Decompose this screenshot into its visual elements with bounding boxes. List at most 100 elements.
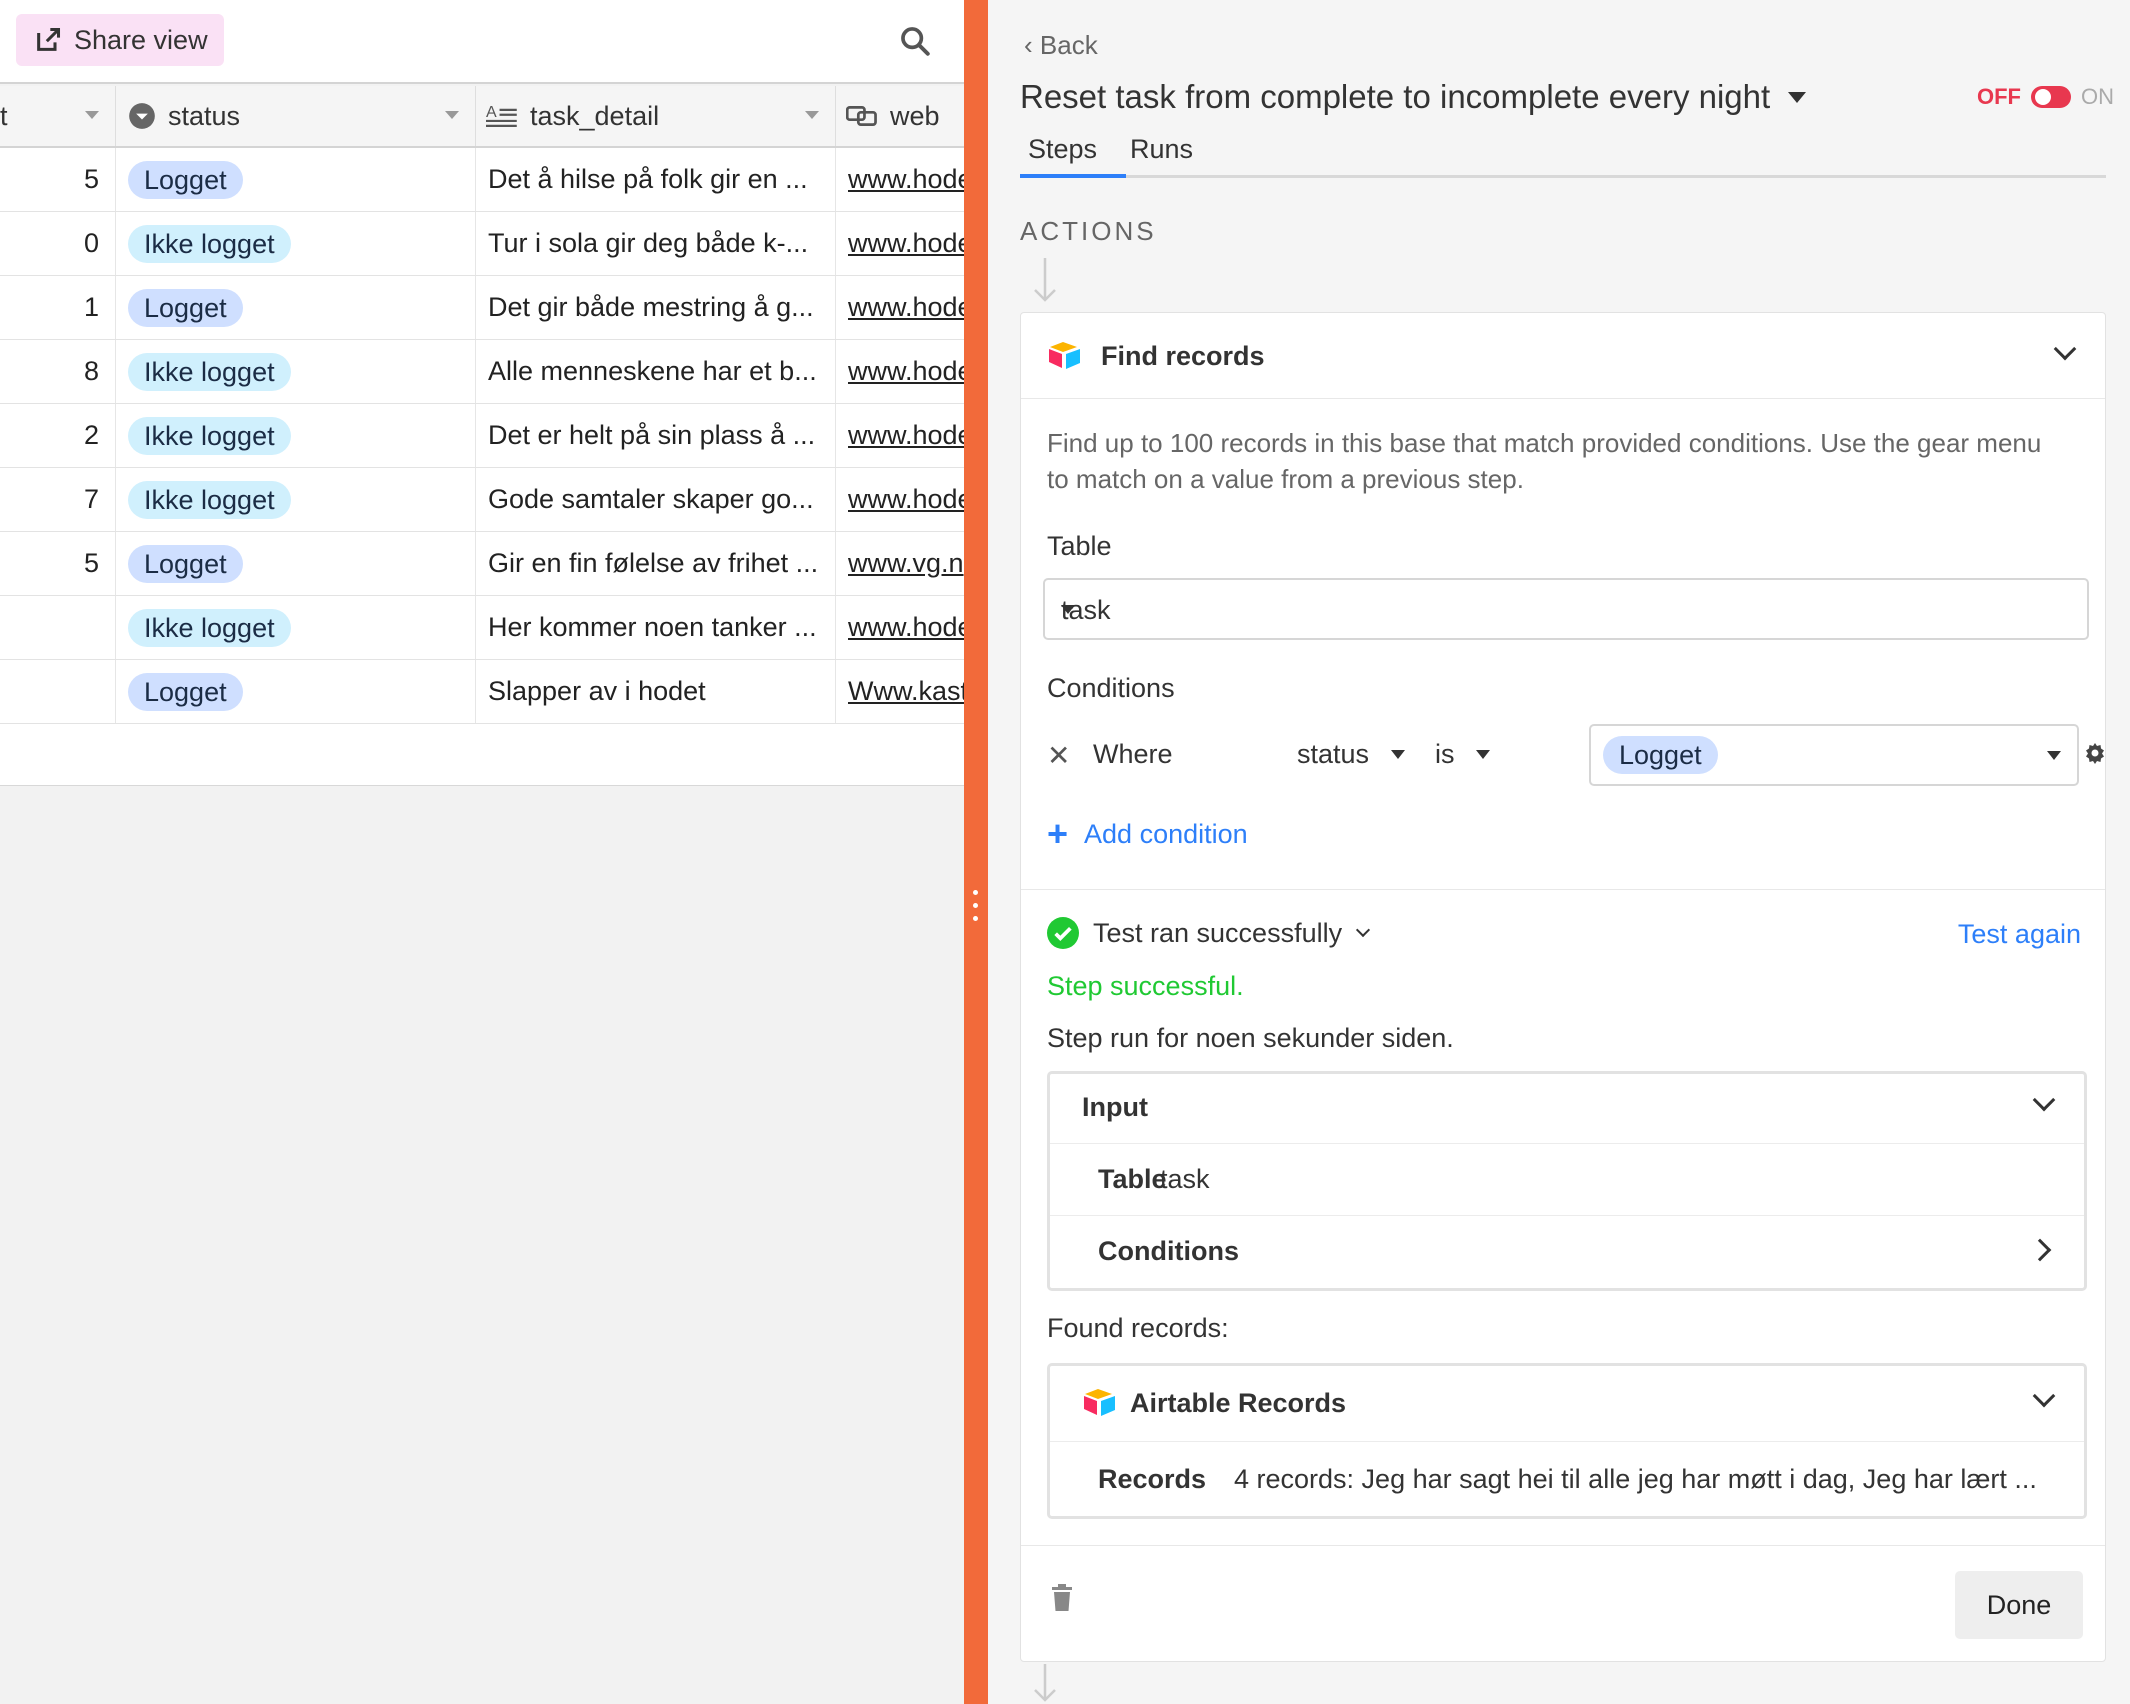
table-row[interactable]: 8 Ikke logget Alle menneskene har et b..…: [0, 340, 964, 404]
cell-task-detail[interactable]: Gode samtaler skaper go...: [476, 468, 836, 531]
records-panel-header[interactable]: Airtable Records: [1050, 1366, 2084, 1442]
cell-task-detail[interactable]: Tur i sola gir deg både k-...: [476, 212, 836, 275]
cell-status[interactable]: Ikke logget: [116, 212, 476, 275]
cell-task-detail[interactable]: Gir en fin følelse av frihet ...: [476, 532, 836, 595]
cell-task-detail[interactable]: Alle menneskene har et b...: [476, 340, 836, 403]
share-view-button[interactable]: Share view: [16, 14, 224, 66]
condition-operator-select[interactable]: is: [1435, 739, 1491, 770]
status-pill: Ikke logget: [128, 608, 291, 647]
cell-number[interactable]: [0, 596, 116, 659]
automation-title[interactable]: Reset task from complete to incomplete e…: [1020, 78, 1807, 116]
status-pill: Ikke logget: [128, 352, 291, 391]
cell-number[interactable]: 0: [0, 212, 116, 275]
title-dropdown-icon[interactable]: [1788, 91, 1807, 103]
tab-steps[interactable]: Steps: [1028, 134, 1097, 165]
column-menu-caret-icon[interactable]: [85, 111, 99, 119]
cell-number[interactable]: 1: [0, 276, 116, 339]
column-header-task-detail[interactable]: A task_detail: [476, 86, 836, 146]
cell-status[interactable]: Ikke logget: [116, 340, 476, 403]
condition-value-pill: Logget: [1603, 736, 1718, 774]
trash-icon[interactable]: [1051, 1583, 1073, 1613]
table-row[interactable]: 7 Ikke logget Gode samtaler skaper go...…: [0, 468, 964, 532]
remove-condition-icon[interactable]: ✕: [1047, 739, 1070, 772]
cell-status[interactable]: Logget: [116, 276, 476, 339]
cell-status[interactable]: Logget: [116, 532, 476, 595]
column-header-web[interactable]: web: [836, 86, 964, 146]
chevron-down-icon[interactable]: [2032, 1384, 2056, 1408]
cell-task-detail[interactable]: Det å hilse på folk gir en ...: [476, 148, 836, 211]
table-select[interactable]: task: [1043, 578, 2089, 640]
chevron-right-icon[interactable]: [2028, 1238, 2052, 1262]
column-menu-caret-icon[interactable]: [805, 111, 819, 119]
operator-caret-icon: [1476, 750, 1491, 759]
cell-task-detail[interactable]: Det er helt på sin plass å ...: [476, 404, 836, 467]
step-card-header[interactable]: Find records: [1021, 313, 2105, 399]
cell-number[interactable]: 2: [0, 404, 116, 467]
cell-web-link[interactable]: Www.kast: [836, 660, 964, 723]
cell-status[interactable]: Ikke logget: [116, 468, 476, 531]
cell-web-link[interactable]: www.vg.n: [836, 532, 964, 595]
cell-task-detail[interactable]: Her kommer noen tanker ...: [476, 596, 836, 659]
cell-web-link[interactable]: www.hode: [836, 212, 964, 275]
actions-section-label: ACTIONS: [1020, 216, 1157, 246]
single-select-icon: [129, 103, 155, 129]
cell-status[interactable]: Logget: [116, 660, 476, 723]
cell-web-link[interactable]: www.hode: [836, 276, 964, 339]
cell-status[interactable]: Ikke logget: [116, 596, 476, 659]
pane-resize-handle[interactable]: [964, 0, 988, 1704]
gear-icon[interactable]: [2083, 741, 2107, 765]
find-records-step-card: Find records Find up to 100 records in t…: [1020, 312, 2106, 1662]
table-row[interactable]: 1 Logget Det gir både mestring å g... ww…: [0, 276, 964, 340]
toggle-switch[interactable]: [2031, 86, 2071, 108]
input-conditions-key: Conditions: [1098, 1236, 1239, 1266]
add-condition-button[interactable]: + Add condition: [1047, 813, 1248, 855]
table-row[interactable]: 5 Logget Det å hilse på folk gir en ... …: [0, 148, 964, 212]
cell-status[interactable]: Logget: [116, 148, 476, 211]
drag-dots-icon: [973, 890, 979, 929]
column-header-label: task_detail: [530, 100, 660, 131]
cell-web-link[interactable]: www.hode: [836, 148, 964, 211]
cell-task-detail[interactable]: Det gir både mestring å g...: [476, 276, 836, 339]
add-row-area[interactable]: [0, 724, 964, 786]
collapse-chevron-icon[interactable]: [2053, 337, 2077, 361]
cell-number[interactable]: 8: [0, 340, 116, 403]
table-field-label: Table: [1047, 531, 1112, 561]
back-link[interactable]: ‹ Back: [1024, 30, 1098, 61]
table-select-caret-icon: [1061, 605, 1075, 614]
condition-field-select[interactable]: status: [1297, 739, 1405, 770]
input-panel-header[interactable]: Input: [1050, 1074, 2084, 1144]
flow-arrow-down-icon: [1034, 258, 1056, 302]
cell-status[interactable]: Ikke logget: [116, 404, 476, 467]
grid-rows: 5 Logget Det å hilse på folk gir en ... …: [0, 148, 964, 786]
automation-toggle[interactable]: OFF ON: [1977, 84, 2114, 110]
table-row[interactable]: Logget Slapper av i hodet Www.kast: [0, 660, 964, 724]
done-button[interactable]: Done: [1955, 1571, 2083, 1639]
test-status-toggle[interactable]: Test ran successfully: [1047, 917, 1371, 949]
cell-web-link[interactable]: www.hode: [836, 404, 964, 467]
cell-number[interactable]: 7: [0, 468, 116, 531]
table-row[interactable]: 0 Ikke logget Tur i sola gir deg både k-…: [0, 212, 964, 276]
cell-number[interactable]: 5: [0, 148, 116, 211]
search-icon[interactable]: [898, 24, 932, 58]
column-menu-caret-icon[interactable]: [445, 111, 459, 119]
table-row[interactable]: 2 Ikke logget Det er helt på sin plass å…: [0, 404, 964, 468]
success-check-icon: [1047, 917, 1079, 949]
cell-number[interactable]: [0, 660, 116, 723]
cell-task-detail[interactable]: Slapper av i hodet: [476, 660, 836, 723]
table-row[interactable]: Ikke logget Her kommer noen tanker ... w…: [0, 596, 964, 660]
cell-number[interactable]: 5: [0, 532, 116, 595]
table-row[interactable]: 5 Logget Gir en fin følelse av frihet ..…: [0, 532, 964, 596]
condition-value-select[interactable]: Logget: [1589, 724, 2079, 786]
cell-web-link[interactable]: www.hode: [836, 596, 964, 659]
test-status-text: Test ran successfully: [1093, 917, 1343, 948]
field-caret-icon: [1390, 750, 1405, 759]
column-header-t[interactable]: t: [0, 86, 116, 146]
grid-toolbar: Share view: [0, 0, 964, 84]
test-again-button[interactable]: Test again: [1958, 919, 2081, 950]
cell-web-link[interactable]: www.hode: [836, 340, 964, 403]
chevron-down-icon[interactable]: [2032, 1088, 2056, 1112]
column-header-status[interactable]: status: [116, 86, 476, 146]
cell-web-link[interactable]: www.hode: [836, 468, 964, 531]
tab-runs[interactable]: Runs: [1130, 134, 1193, 165]
input-conditions-row[interactable]: Conditions: [1050, 1216, 2084, 1288]
